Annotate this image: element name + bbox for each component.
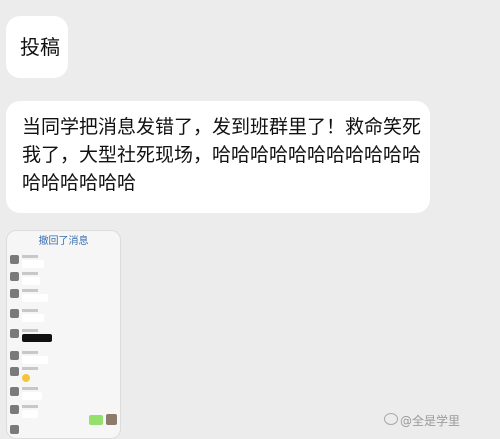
own-avatar bbox=[106, 414, 117, 425]
message-snippet bbox=[22, 294, 48, 302]
avatar bbox=[10, 387, 19, 396]
chat-screenshot-title: 撤回了消息 bbox=[38, 236, 89, 247]
sender-name bbox=[22, 272, 38, 275]
weibo-icon bbox=[384, 413, 398, 425]
avatar bbox=[10, 425, 19, 434]
chat-row bbox=[10, 367, 70, 381]
chat-screenshot: 撤回了消息 bbox=[6, 230, 121, 439]
avatar bbox=[10, 405, 19, 414]
sender-name bbox=[22, 309, 38, 312]
chat-row bbox=[10, 289, 70, 303]
message-snippet bbox=[22, 314, 44, 322]
watermark: @全是学里 bbox=[400, 414, 461, 428]
avatar bbox=[10, 329, 19, 338]
message-snippet bbox=[22, 356, 48, 364]
chat-row bbox=[10, 405, 70, 419]
chat-row bbox=[10, 329, 70, 343]
message-text: 当同学把消息发错了，发到班群里了！救命笑死我了，大型社死现场，哈哈哈哈哈哈哈哈哈… bbox=[22, 116, 422, 194]
avatar bbox=[10, 255, 19, 264]
post-tag: 投稿 bbox=[20, 35, 60, 59]
post-tag-bubble: 投稿 bbox=[6, 16, 68, 78]
avatar bbox=[10, 351, 19, 360]
chat-row bbox=[10, 272, 70, 286]
sender-name bbox=[22, 351, 38, 354]
avatar bbox=[10, 367, 19, 376]
message-bubble: 当同学把消息发错了，发到班群里了！救命笑死我了，大型社死现场，哈哈哈哈哈哈哈哈哈… bbox=[6, 101, 430, 213]
own-message-bubble bbox=[89, 415, 103, 425]
emoji-icon bbox=[22, 374, 30, 382]
sender-name bbox=[22, 329, 38, 332]
message-snippet bbox=[22, 260, 44, 268]
message-snippet bbox=[22, 392, 42, 400]
chat-row bbox=[10, 351, 70, 365]
sender-name bbox=[22, 405, 38, 408]
chat-row bbox=[10, 309, 70, 323]
sender-name bbox=[22, 255, 38, 258]
message-snippet bbox=[22, 410, 38, 418]
message-snippet bbox=[22, 334, 52, 342]
sender-name bbox=[22, 387, 38, 390]
chat-row bbox=[10, 255, 70, 269]
avatar bbox=[10, 289, 19, 298]
sender-name bbox=[22, 289, 38, 292]
sender-name bbox=[22, 367, 38, 370]
message-snippet bbox=[22, 277, 40, 285]
avatar bbox=[10, 309, 19, 318]
chat-row bbox=[10, 425, 70, 438]
avatar bbox=[10, 272, 19, 281]
chat-row bbox=[10, 387, 70, 401]
